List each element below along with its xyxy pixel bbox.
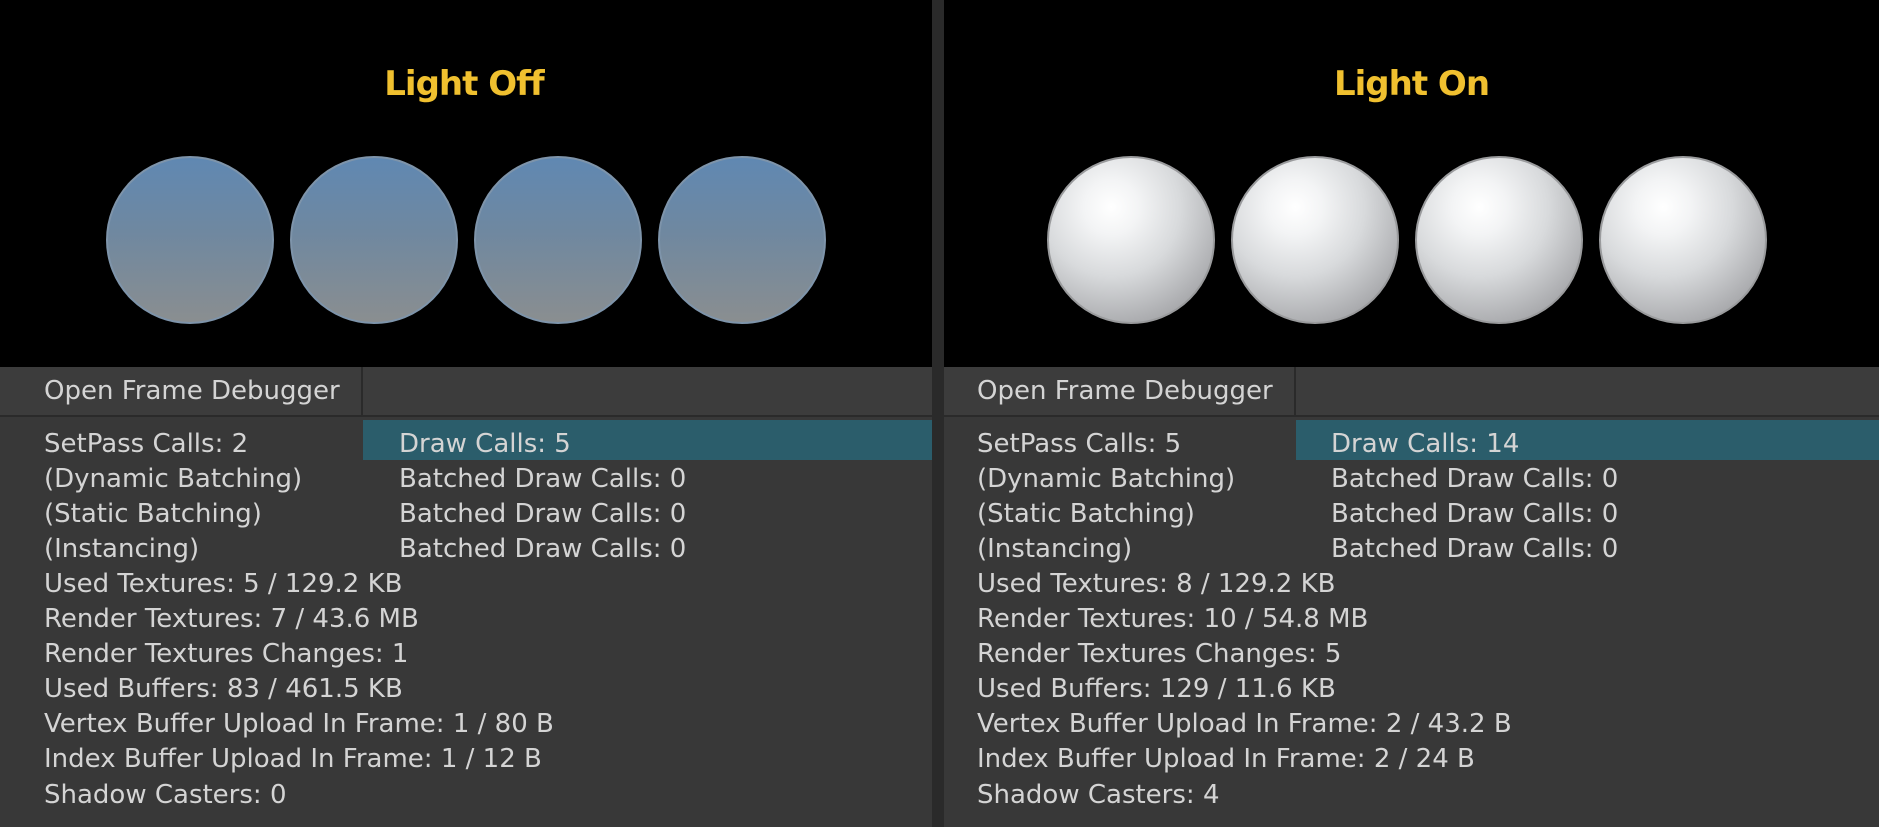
sphere	[1231, 156, 1399, 324]
viewport-title: Light Off	[384, 64, 544, 104]
stats-toolbar: Open Frame Debugger	[944, 367, 1879, 417]
used-buffers: Used Buffers: 129 / 11.6 KB	[977, 674, 1336, 704]
stats-panel-light-on: Light On Open Frame Debugger SetPass Cal…	[944, 0, 1879, 827]
scene-viewport: Light Off	[0, 0, 932, 367]
instancing-label: (Instancing)	[977, 534, 1133, 564]
render-textures: Render Textures: 10 / 54.8 MB	[977, 604, 1369, 634]
open-frame-debugger-button[interactable]: Open Frame Debugger	[944, 367, 1296, 415]
static-batching-label: (Static Batching)	[977, 499, 1195, 529]
render-textures: Render Textures: 7 / 43.6 MB	[44, 604, 419, 634]
sphere	[290, 156, 458, 324]
sphere	[1599, 156, 1767, 324]
vertex-buffer-upload: Vertex Buffer Upload In Frame: 2 / 43.2 …	[977, 709, 1512, 739]
vertex-buffer-upload: Vertex Buffer Upload In Frame: 1 / 80 B	[44, 709, 554, 739]
sphere	[658, 156, 826, 324]
used-textures: Used Textures: 5 / 129.2 KB	[44, 569, 403, 599]
draw-calls: Draw Calls: 14	[1331, 429, 1520, 459]
dynamic-batching-value: Batched Draw Calls: 0	[399, 464, 687, 494]
index-buffer-upload: Index Buffer Upload In Frame: 1 / 12 B	[44, 744, 542, 774]
sphere	[1415, 156, 1583, 324]
sphere	[1047, 156, 1215, 324]
index-buffer-upload: Index Buffer Upload In Frame: 2 / 24 B	[977, 744, 1475, 774]
sphere	[106, 156, 274, 324]
setpass-calls: SetPass Calls: 5	[977, 429, 1182, 459]
instancing-value: Batched Draw Calls: 0	[1331, 534, 1619, 564]
stats-toolbar: Open Frame Debugger	[0, 367, 932, 417]
sphere	[474, 156, 642, 324]
static-batching-value: Batched Draw Calls: 0	[399, 499, 687, 529]
static-batching-value: Batched Draw Calls: 0	[1331, 499, 1619, 529]
static-batching-label: (Static Batching)	[44, 499, 262, 529]
instancing-label: (Instancing)	[44, 534, 200, 564]
render-textures-changes: Render Textures Changes: 5	[977, 639, 1342, 669]
shadow-casters: Shadow Casters: 4	[977, 780, 1220, 810]
dynamic-batching-label: (Dynamic Batching)	[44, 464, 303, 494]
viewport-title: Light On	[1333, 64, 1490, 104]
used-buffers: Used Buffers: 83 / 461.5 KB	[44, 674, 403, 704]
panel-divider	[932, 0, 944, 827]
dynamic-batching-value: Batched Draw Calls: 0	[1331, 464, 1619, 494]
render-textures-changes: Render Textures Changes: 1	[44, 639, 409, 669]
shadow-casters: Shadow Casters: 0	[44, 780, 287, 810]
dynamic-batching-label: (Dynamic Batching)	[977, 464, 1236, 494]
stats-panel-light-off: Light Off Open Frame Debugger SetPass Ca…	[0, 0, 932, 827]
instancing-value: Batched Draw Calls: 0	[399, 534, 687, 564]
setpass-calls: SetPass Calls: 2	[44, 429, 249, 459]
used-textures: Used Textures: 8 / 129.2 KB	[977, 569, 1336, 599]
scene-viewport: Light On	[944, 0, 1879, 367]
open-frame-debugger-button[interactable]: Open Frame Debugger	[0, 367, 363, 415]
draw-calls: Draw Calls: 5	[399, 429, 571, 459]
